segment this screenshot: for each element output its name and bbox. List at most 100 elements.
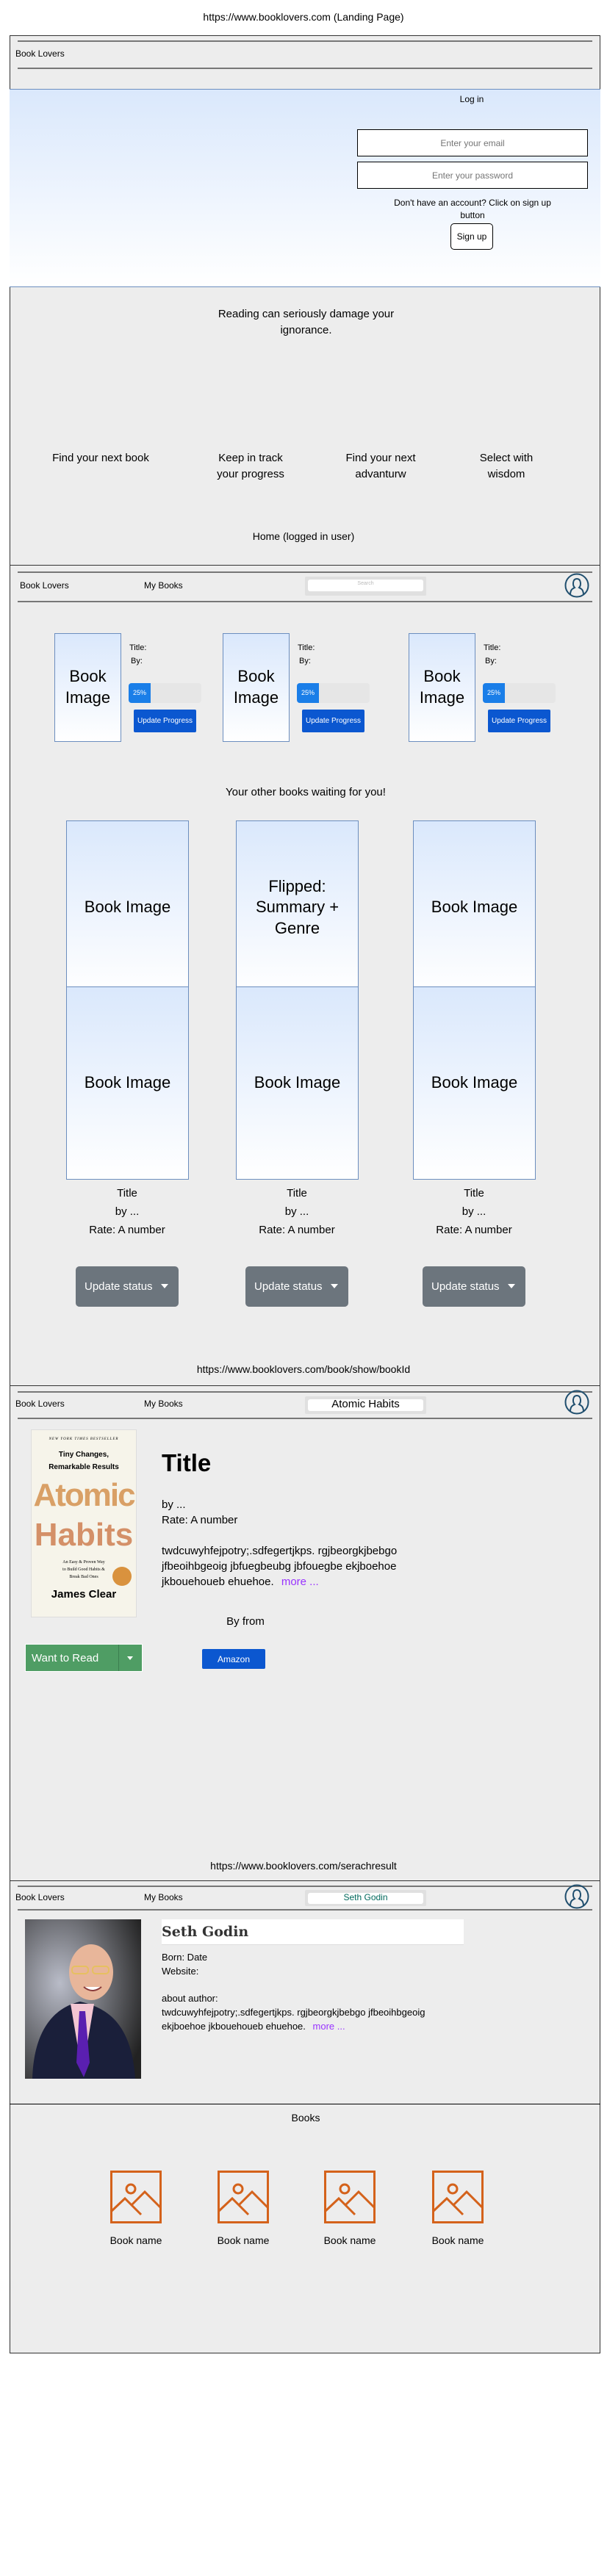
want-to-read-label: Want to Read: [32, 1652, 99, 1664]
user-icon[interactable]: [564, 573, 589, 598]
amazon-button[interactable]: Amazon: [202, 1649, 265, 1669]
author-website: Website:: [162, 1966, 199, 1977]
about-text: twdcuwyhfejpotry;.sdfegertjkps. rgjbeorg…: [162, 2007, 425, 2032]
update-status-label: Update status: [431, 1280, 500, 1293]
divider: [18, 40, 592, 42]
brand-logo[interactable]: Book Lovers: [15, 1892, 65, 1902]
book-image[interactable]: Book Image: [54, 633, 121, 742]
progress-bar: 25%: [129, 683, 201, 703]
book-name: Book name: [323, 2234, 376, 2246]
book-rate: Rate: A number: [436, 1224, 512, 1236]
book-image[interactable]: Book Image: [66, 986, 189, 1180]
login-panel: Log in Don't have an account? Click on s…: [10, 89, 600, 287]
cover-text: NEW YORK TIMES BESTSELLER: [49, 1437, 119, 1441]
brand-logo[interactable]: Book Lovers: [15, 48, 65, 59]
update-status-dropdown[interactable]: Update status: [423, 1266, 525, 1307]
book-image[interactable]: Book Image: [409, 633, 475, 742]
divider: [18, 1909, 592, 1911]
home-frame: Book Lovers My Books Search Book Image T…: [10, 565, 600, 1520]
page-caption: https://www.booklovers.com/book/show/boo…: [196, 1363, 411, 1375]
quote: Reading can seriously damage your ignora…: [218, 308, 395, 336]
progress-fill: 25%: [483, 683, 505, 703]
author-frame: Book Lovers My Books Seth Godin Seth God…: [10, 1880, 600, 2353]
image-placeholder-icon[interactable]: [324, 2171, 376, 2223]
chevron-down-icon[interactable]: [127, 1656, 133, 1660]
nav-my-books[interactable]: My Books: [144, 580, 183, 591]
book-cover: NEW YORK TIMES BESTSELLER Tiny Changes, …: [31, 1429, 137, 1617]
login-title: Log in: [459, 94, 484, 104]
brand-logo[interactable]: Book Lovers: [20, 580, 69, 591]
book-image[interactable]: Book Image: [66, 820, 189, 995]
book-rate: Rate: A number: [162, 1514, 238, 1526]
book-name: Book name: [431, 2234, 484, 2246]
email-input[interactable]: [357, 129, 588, 156]
title-label: Title:: [129, 643, 147, 652]
search-box[interactable]: Search: [305, 577, 426, 596]
book-description: twdcuwyhfejpotry;.sdfegertjkps. rgjbeorg…: [162, 1543, 404, 1590]
caret-down-icon: [508, 1284, 515, 1288]
search-input[interactable]: Seth Godin: [308, 1893, 423, 1904]
search-input[interactable]: Search: [308, 580, 423, 591]
feature-text: Select with wisdom: [479, 452, 534, 480]
feature-text: Find your next advanturw: [345, 452, 416, 480]
nav-my-books[interactable]: My Books: [144, 1399, 183, 1409]
update-progress-button[interactable]: Update Progress: [302, 710, 364, 732]
update-progress-button[interactable]: Update Progress: [488, 710, 550, 732]
book-author: by ...: [284, 1205, 309, 1218]
update-progress-button[interactable]: Update Progress: [134, 710, 196, 732]
caret-down-icon: [161, 1284, 168, 1288]
search-input[interactable]: Atomic Habits: [308, 1399, 423, 1411]
book-author: by ...: [115, 1205, 140, 1218]
book-image[interactable]: Book Image: [223, 633, 290, 742]
book-author: by ...: [162, 1498, 186, 1511]
book-title: Title: [117, 1187, 137, 1199]
cover-text: An Easy & Proven Way to Build Good Habit…: [62, 1560, 105, 1579]
divider: [18, 1886, 592, 1887]
book-title: Title: [287, 1187, 307, 1199]
want-to-read-dropdown[interactable]: Want to Read: [25, 1644, 143, 1672]
user-icon[interactable]: [564, 1884, 589, 1909]
author-about: twdcuwyhfejpotry;.sdfegertjkps. rgjbeorg…: [162, 2005, 464, 2033]
book-info: Title by ... Rate: A number: [413, 1184, 535, 1239]
title-label: Title:: [484, 643, 501, 652]
book-name: Book name: [217, 2234, 270, 2246]
search-box[interactable]: Atomic Habits: [305, 1396, 426, 1414]
image-placeholder-icon[interactable]: [432, 2171, 484, 2223]
search-box[interactable]: Seth Godin: [305, 1890, 426, 1906]
book-image[interactable]: Book Image: [236, 986, 359, 1180]
by-label: By:: [131, 657, 143, 665]
about-label: about author:: [162, 1993, 218, 2004]
by-label: By:: [299, 657, 311, 665]
signup-button[interactable]: Sign up: [450, 223, 493, 250]
nav-my-books[interactable]: My Books: [144, 1892, 183, 1902]
feature-text: Keep in track your progress: [217, 452, 284, 480]
seal-icon: [112, 1567, 132, 1586]
book-image[interactable]: Flipped: Summary + Genre: [236, 820, 359, 995]
book-image[interactable]: Book Image: [413, 986, 536, 1180]
image-placeholder-icon[interactable]: [218, 2171, 269, 2223]
cover-text: Tiny Changes, Remarkable Results: [49, 1451, 119, 1471]
signup-hint: Don't have an account? Click on sign up …: [394, 198, 551, 220]
brand-logo[interactable]: Book Lovers: [15, 1399, 65, 1409]
book-info: Title by ... Rate: A number: [66, 1184, 188, 1239]
title-label: Title:: [298, 643, 315, 652]
book-rate: Rate: A number: [89, 1224, 165, 1236]
caret-down-icon: [331, 1284, 338, 1288]
book-title: Title: [162, 1449, 212, 1476]
image-placeholder-icon[interactable]: [110, 2171, 162, 2223]
user-icon[interactable]: [564, 1390, 589, 1415]
cover-text: Habits: [34, 1517, 134, 1553]
progress-fill: 25%: [129, 683, 151, 703]
divider: [18, 1391, 592, 1393]
divider: [18, 601, 592, 602]
progress-fill: 25%: [297, 683, 319, 703]
book-image[interactable]: Book Image: [413, 820, 536, 995]
more-link[interactable]: more ...: [281, 1576, 319, 1588]
update-status-dropdown[interactable]: Update status: [245, 1266, 348, 1307]
update-status-dropdown[interactable]: Update status: [76, 1266, 179, 1307]
password-input[interactable]: [357, 162, 588, 189]
more-link[interactable]: more ...: [313, 2021, 345, 2032]
progress-bar: 25%: [297, 683, 370, 703]
divider: [118, 1645, 119, 1671]
book-info: Title by ... Rate: A number: [236, 1184, 358, 1239]
